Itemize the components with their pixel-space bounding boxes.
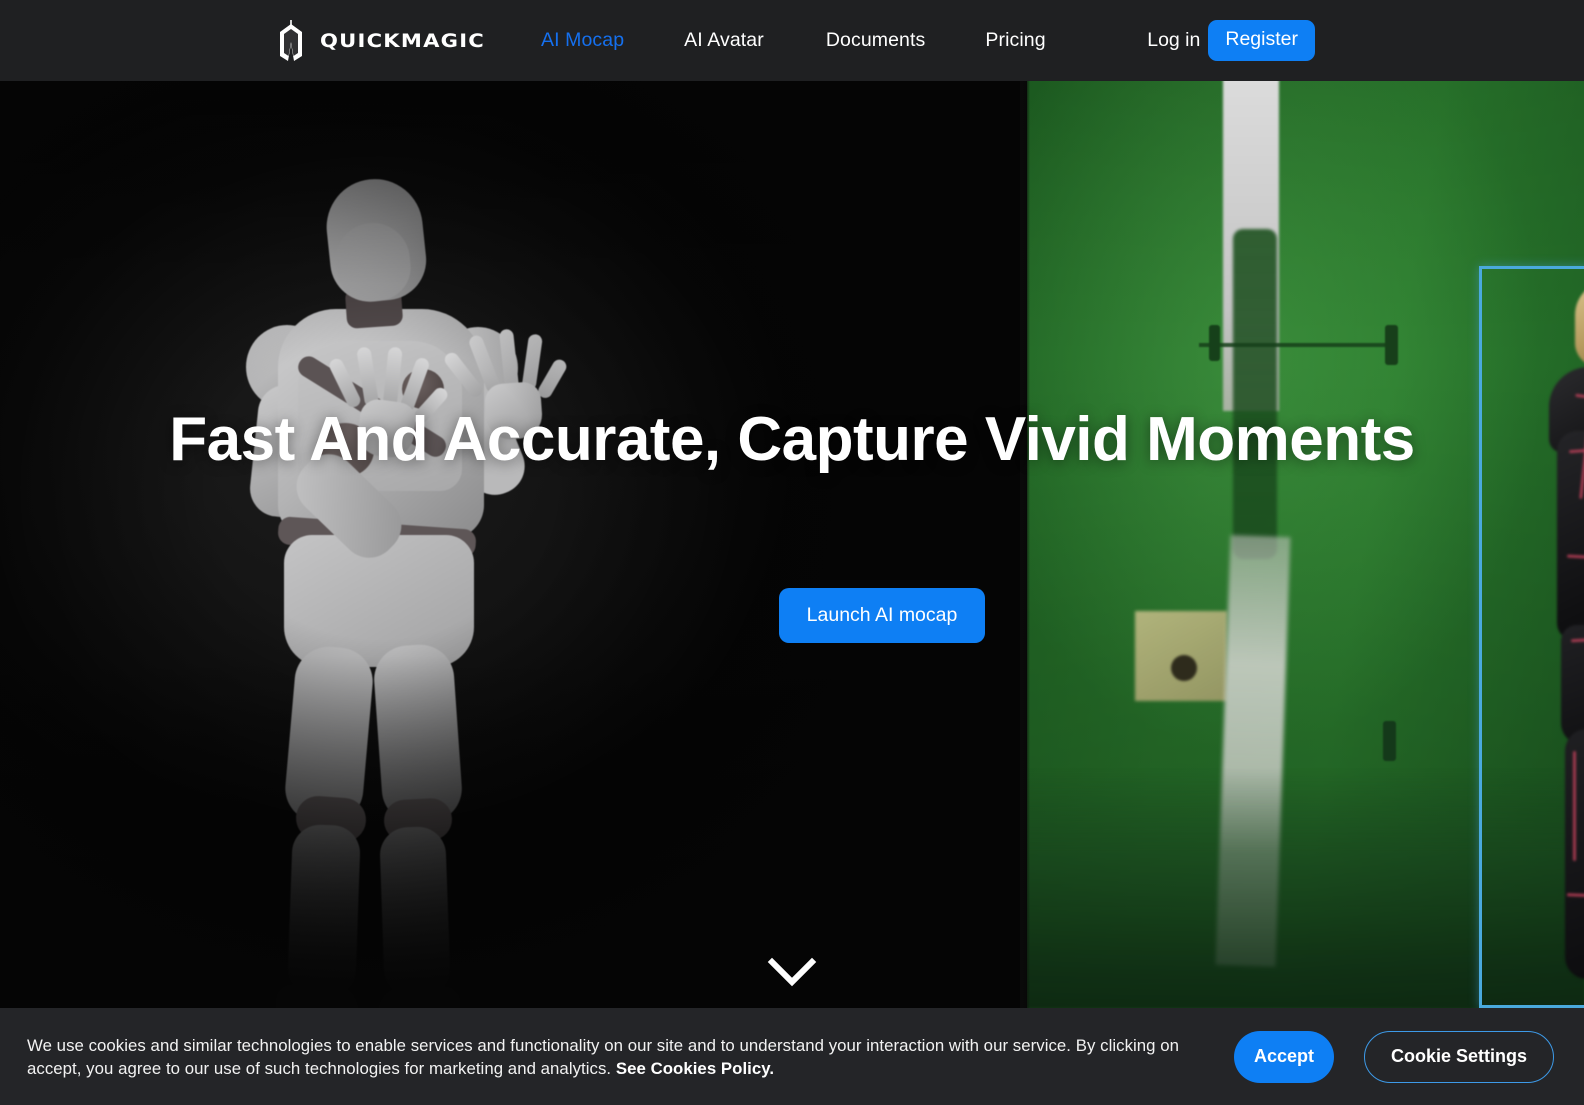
cookie-consent-banner: We use cookies and similar technologies … [0, 1008, 1584, 1105]
cookie-settings-button[interactable]: Cookie Settings [1363, 1030, 1554, 1083]
scroll-down-chevron-icon[interactable] [766, 955, 818, 989]
3d-mannequin-figure [150, 161, 710, 1008]
login-link[interactable]: Log in [1147, 29, 1200, 52]
studio-rail [1199, 343, 1395, 347]
cookie-policy-link[interactable]: See Cookies Policy. [616, 1059, 774, 1078]
studio-reflector-dot [1171, 655, 1197, 681]
hero-cta-wrapper: Launch AI mocap [0, 588, 1584, 643]
mannequin-hand-left [327, 343, 451, 464]
studio-clamp [1209, 325, 1220, 361]
hero-section [0, 81, 1584, 1008]
studio-clamp [1385, 325, 1398, 365]
accept-cookies-button[interactable]: Accept [1233, 1030, 1334, 1083]
site-header: QUICKMAGIC AI Mocap AI Avatar Documents … [0, 0, 1584, 81]
nav-item-pricing[interactable]: Pricing [985, 29, 1045, 52]
launch-ai-mocap-button[interactable]: Launch AI mocap [778, 588, 986, 643]
quickmagic-m-logo-icon [280, 20, 302, 61]
mannequin-hand-right [442, 328, 569, 444]
nav-item-ai-avatar[interactable]: AI Avatar [684, 29, 764, 52]
hero-avatar-video [0, 81, 1027, 1008]
register-button[interactable]: Register [1208, 19, 1315, 62]
auth-actions: Log in Register [1147, 0, 1584, 81]
brand-wordmark: QUICKMAGIC [320, 29, 486, 52]
main-navigation: AI Mocap AI Avatar Documents Pricing [541, 0, 1046, 81]
brand-logo[interactable]: QUICKMAGIC [271, 19, 486, 63]
studio-stand [1233, 229, 1277, 559]
cookie-banner-text: We use cookies and similar technologies … [27, 1035, 1223, 1080]
quickmagic-landing-page: QUICKMAGIC AI Mocap AI Avatar Documents … [0, 0, 1584, 1105]
hero-greenscreen-video [1027, 81, 1584, 1008]
cookie-banner-actions: Accept Cookie Settings [1233, 1008, 1554, 1105]
cookie-banner-message: We use cookies and similar technologies … [27, 1036, 1180, 1078]
nav-item-ai-mocap[interactable]: AI Mocap [541, 29, 624, 52]
studio-clamp [1383, 721, 1396, 761]
nav-item-documents[interactable]: Documents [826, 29, 926, 52]
